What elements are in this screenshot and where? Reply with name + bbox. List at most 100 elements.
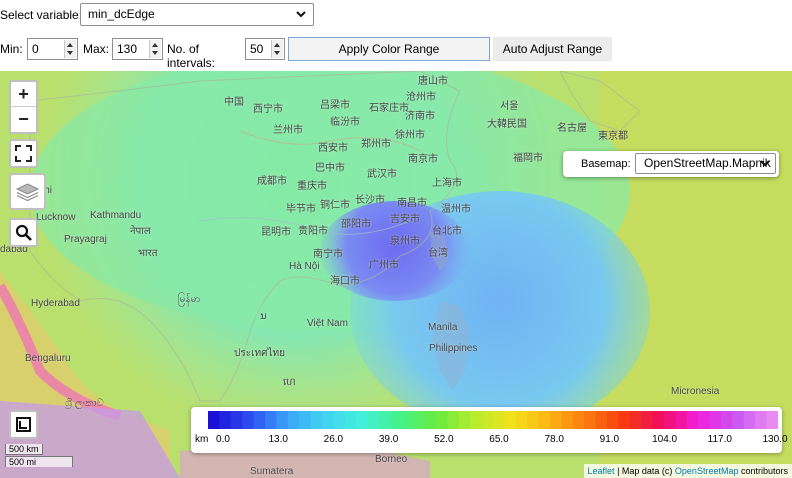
max-spinner[interactable]: [149, 40, 161, 58]
legend-swatch: [299, 411, 312, 429]
place-label: ហេ: [283, 377, 296, 388]
variable-row: Select variable:: [0, 3, 82, 27]
select-variable-label: Select variable:: [0, 8, 83, 22]
legend-unit: km: [195, 434, 209, 445]
legend-swatch: [276, 411, 289, 429]
basemap-select-value: OpenStreetMap.Mapnik: [644, 156, 771, 170]
place-label: 济南市: [405, 111, 435, 122]
zoom-in-button[interactable]: +: [11, 82, 36, 107]
place-label: 大韓民国: [487, 119, 527, 130]
legend-swatch: [629, 411, 642, 429]
place-label: Bengaluru: [25, 353, 71, 364]
place-label: 唐山市: [418, 76, 448, 87]
attribution-text: | Map data (c): [614, 466, 675, 476]
legend-tick-label: 39.0: [378, 434, 399, 445]
min-spinner[interactable]: [64, 40, 76, 58]
place-label: 郑州市: [361, 139, 391, 150]
legend-tick-label: 52.0: [434, 434, 454, 445]
place-label: 吉安市: [390, 214, 420, 225]
legend-swatch: [219, 411, 232, 429]
legend-swatch: [242, 411, 255, 429]
intervals-spinner[interactable]: [271, 40, 283, 58]
legend-swatch: [515, 411, 528, 429]
leaflet-link[interactable]: Leaflet: [588, 466, 615, 476]
chevron-down-icon: [296, 11, 306, 18]
legend-swatch: [253, 411, 266, 429]
place-label: 東京都: [598, 131, 628, 142]
place-label: ශ්‍රී ලංකාව: [65, 398, 104, 409]
place-label: Manila: [428, 322, 458, 333]
legend-swatch: [344, 411, 357, 429]
legend-swatch: [561, 411, 574, 429]
zoom-control: + −: [9, 80, 38, 134]
color-legend: km 0.0 13.0 26.0 39.0 52.0 65.0 78.0 91.0 104.0 1…: [191, 407, 788, 453]
max-input[interactable]: 130: [112, 38, 163, 60]
place-label: 南昌市: [397, 198, 427, 209]
legend-swatch: [504, 411, 517, 429]
intervals-input[interactable]: 50: [245, 38, 285, 60]
place-label: 邵阳市: [341, 219, 371, 230]
scale-mi: 500 mi: [5, 456, 73, 467]
legend-swatch: [584, 411, 597, 429]
legend-swatch: [367, 411, 380, 429]
place-label: 长沙市: [355, 195, 385, 206]
place-label: नेपाल: [130, 226, 151, 237]
basemap-control: Basemap: OpenStreetMap.Mapnik: [563, 151, 779, 177]
place-label: 泉州市: [390, 236, 420, 247]
search-icon: [15, 224, 32, 241]
place-label: Lucknow: [36, 212, 76, 223]
min-value: 0: [32, 42, 39, 56]
place-label: 西宁市: [253, 104, 283, 115]
legend-swatch: [447, 411, 460, 429]
place-label: 서울: [500, 101, 519, 112]
legend-swatch: [333, 411, 346, 429]
osm-link[interactable]: OpenStreetMap: [675, 466, 739, 476]
chevron-down-icon: [760, 160, 770, 167]
attribution: Leaflet | Map data (c) OpenStreetMap con…: [583, 464, 792, 478]
place-label: Việt Nam: [307, 318, 348, 329]
place-label: 西安市: [318, 143, 348, 154]
search-button[interactable]: [9, 218, 38, 247]
place-label: 台湾: [428, 248, 448, 259]
legend-swatch: [287, 411, 300, 429]
place-label: 徐州市: [395, 130, 425, 141]
map-view[interactable]: 唐山市 沧州市 济南市 徐州市 南京市 上海市 南昌市 温州市 吉安市 泉州市 …: [0, 71, 792, 478]
place-label: Prayagraj: [64, 234, 107, 245]
legend-tick-label: 117.0: [707, 434, 732, 445]
min-label: Min:: [0, 42, 23, 56]
legend-swatch: [470, 411, 483, 429]
legend-tick-label: 78.0: [544, 434, 564, 445]
variable-select[interactable]: min_dcEdge: [80, 3, 314, 26]
place-label: 台北市: [432, 226, 462, 237]
legend-swatch: [265, 411, 277, 429]
legend-swatch: [527, 411, 540, 429]
legend-swatch: [607, 411, 619, 429]
basemap-select[interactable]: OpenStreetMap.Mapnik: [635, 153, 776, 174]
legend-toggle-button[interactable]: [9, 410, 38, 439]
place-label: ນ: [260, 311, 267, 322]
place-label: 贵阳市: [298, 226, 328, 237]
zoom-out-button[interactable]: −: [11, 107, 36, 131]
place-label: ประเทศไทย: [234, 348, 285, 359]
legend-tick-label: 26.0: [323, 434, 344, 445]
place-label: 毕节市: [286, 204, 316, 215]
layers-button[interactable]: [9, 173, 46, 210]
auto-adjust-range-button[interactable]: Auto Adjust Range: [493, 37, 612, 61]
legend-swatch: [458, 411, 471, 429]
place-label: 上海市: [432, 178, 462, 189]
basemap-label: Basemap:: [581, 158, 631, 170]
legend-swatch: [618, 411, 631, 429]
legend-swatch: [230, 411, 243, 429]
place-label: भारत: [138, 248, 158, 259]
place-label: 巴中市: [315, 163, 345, 174]
place-label: Sumatera: [250, 466, 294, 477]
min-input[interactable]: 0: [27, 38, 78, 60]
legend-swatch: [755, 411, 768, 429]
legend-swatch: [652, 411, 665, 429]
fullscreen-button[interactable]: [9, 139, 38, 168]
apply-color-range-button[interactable]: Apply Color Range: [288, 37, 490, 61]
place-label: Borneo: [375, 454, 408, 465]
place-label: 名古屋: [557, 123, 587, 134]
place-label: 南宁市: [313, 249, 343, 260]
intervals-value: 50: [250, 42, 264, 56]
